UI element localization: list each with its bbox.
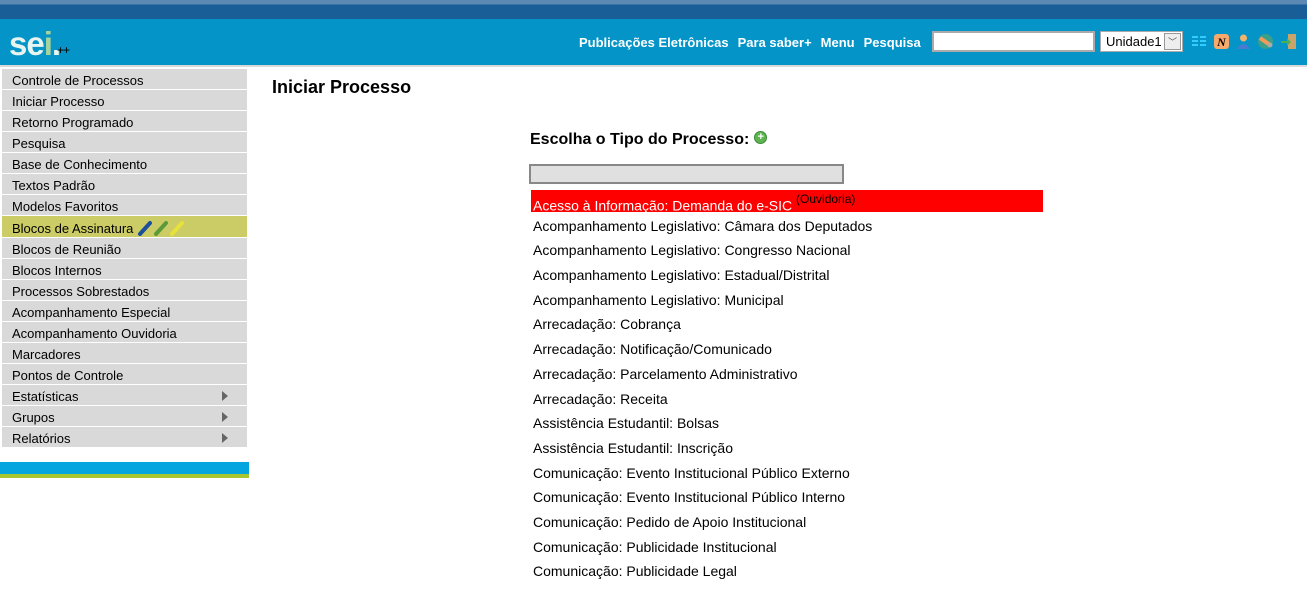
plus-icon[interactable]: + [754, 130, 768, 144]
submenu-arrow-icon [222, 391, 228, 401]
sidebar-item-processos-sobrestados[interactable]: Processos Sobrestados [2, 280, 247, 301]
process-type-item[interactable]: Comunicação: Evento Institucional Públic… [531, 486, 1043, 511]
notification-icon[interactable]: N [1213, 33, 1230, 50]
pen-icons [138, 221, 185, 236]
nav-publicacoes[interactable]: Publicações Eletrônicas [579, 35, 729, 50]
process-type-item[interactable]: Arrecadação: Parcelamento Administrativo [531, 363, 1043, 388]
sidebar-item-pesquisa[interactable]: Pesquisa [2, 132, 247, 153]
sidebar-item-base-conhecimento[interactable]: Base de Conhecimento [2, 153, 247, 174]
list-icon[interactable] [1191, 33, 1208, 50]
sidebar-item-pontos-controle[interactable]: Pontos de Controle [2, 364, 247, 385]
page-title: Iniciar Processo [272, 77, 412, 97]
submenu-arrow-icon [222, 433, 228, 443]
header-divider [0, 65, 1307, 67]
sidebar-item-relatorios[interactable]: Relatórios [2, 427, 247, 448]
sidebar-item-estatisticas[interactable]: Estatísticas [2, 385, 247, 406]
sidebar-item-marcadores[interactable]: Marcadores [2, 343, 247, 364]
tools-icon[interactable] [1257, 33, 1274, 50]
sidebar-item-blocos-reuniao[interactable]: Blocos de Reunião [2, 238, 247, 259]
process-type-item[interactable]: Comunicação: Publicidade Legal [531, 560, 1043, 585]
sidebar-item-modelos-favoritos[interactable]: Modelos Favoritos [2, 195, 247, 216]
process-type-item[interactable]: Arrecadação: Cobrança [531, 313, 1043, 338]
search-input[interactable] [932, 31, 1095, 52]
process-type-item[interactable]: Assistência Estudantil: Inscrição [531, 437, 1043, 462]
sei-logo[interactable]: sei. ++ [9, 25, 70, 63]
header: sei. ++ Publicações Eletrônicas Para sabe… [0, 19, 1307, 65]
choose-type-label: Escolha o Tipo do Processo: + [530, 130, 768, 149]
top-nav: Publicações Eletrônicas Para saber+ Menu… [579, 35, 921, 50]
sidebar-item-acompanhamento-especial[interactable]: Acompanhamento Especial [2, 301, 247, 322]
process-type-item[interactable]: Assistência Estudantil: Bolsas [531, 412, 1043, 437]
user-icon[interactable] [1235, 33, 1252, 50]
process-type-list: Acesso à Informação: Demanda do e-SIC (O… [531, 190, 1043, 585]
sidebar-item-iniciar-processo[interactable]: Iniciar Processo [2, 90, 247, 111]
process-type-item[interactable]: Acompanhamento Legislativo: Estadual/Dis… [531, 264, 1043, 289]
unit-select[interactable]: Unidade1 ﹀ [1100, 31, 1183, 52]
sidebar-item-acompanhamento-ouvidoria[interactable]: Acompanhamento Ouvidoria [2, 322, 247, 343]
sidebar-item-controle-processos[interactable]: Controle de Processos [2, 69, 247, 90]
sidebar-item-blocos-internos[interactable]: Blocos Internos [2, 259, 247, 280]
sidebar-item-retorno-programado[interactable]: Retorno Programado [2, 111, 247, 132]
top-band [0, 0, 1307, 19]
process-type-item[interactable]: Arrecadação: Receita [531, 388, 1043, 413]
process-type-item[interactable]: Arrecadação: Notificação/Comunicado [531, 338, 1043, 363]
process-type-item[interactable]: Acesso à Informação: Demanda do e-SIC (O… [531, 190, 1043, 214]
nav-pesquisa[interactable]: Pesquisa [864, 35, 921, 50]
chevron-down-icon: ﹀ [1164, 33, 1181, 50]
sidebar-item-textos-padrao[interactable]: Textos Padrão [2, 174, 247, 195]
process-type-item[interactable]: Comunicação: Publicidade Institucional [531, 536, 1043, 561]
sidebar-item-blocos-assinatura[interactable]: Blocos de Assinatura [2, 216, 247, 238]
submenu-arrow-icon [222, 412, 228, 422]
sidebar-footer-bar-green [0, 474, 249, 478]
process-type-filter-input[interactable] [529, 164, 844, 184]
exit-icon[interactable] [1280, 33, 1297, 50]
process-type-item[interactable]: Acompanhamento Legislativo: Câmara dos D… [531, 215, 1043, 240]
svg-text:N: N [1216, 35, 1227, 49]
sidebar-item-grupos[interactable]: Grupos [2, 406, 247, 427]
process-type-item[interactable]: Comunicação: Pedido de Apoio Institucion… [531, 511, 1043, 536]
sidebar-footer-bar [0, 462, 249, 474]
sidebar-menu: Controle de Processos Iniciar Processo R… [2, 69, 247, 448]
process-type-item[interactable]: Comunicação: Evento Institucional Públic… [531, 462, 1043, 487]
process-type-item[interactable]: Acompanhamento Legislativo: Municipal [531, 289, 1043, 314]
nav-para-saber[interactable]: Para saber+ [738, 35, 812, 50]
nav-menu[interactable]: Menu [821, 35, 855, 50]
process-type-item[interactable]: Acompanhamento Legislativo: Congresso Na… [531, 239, 1043, 264]
